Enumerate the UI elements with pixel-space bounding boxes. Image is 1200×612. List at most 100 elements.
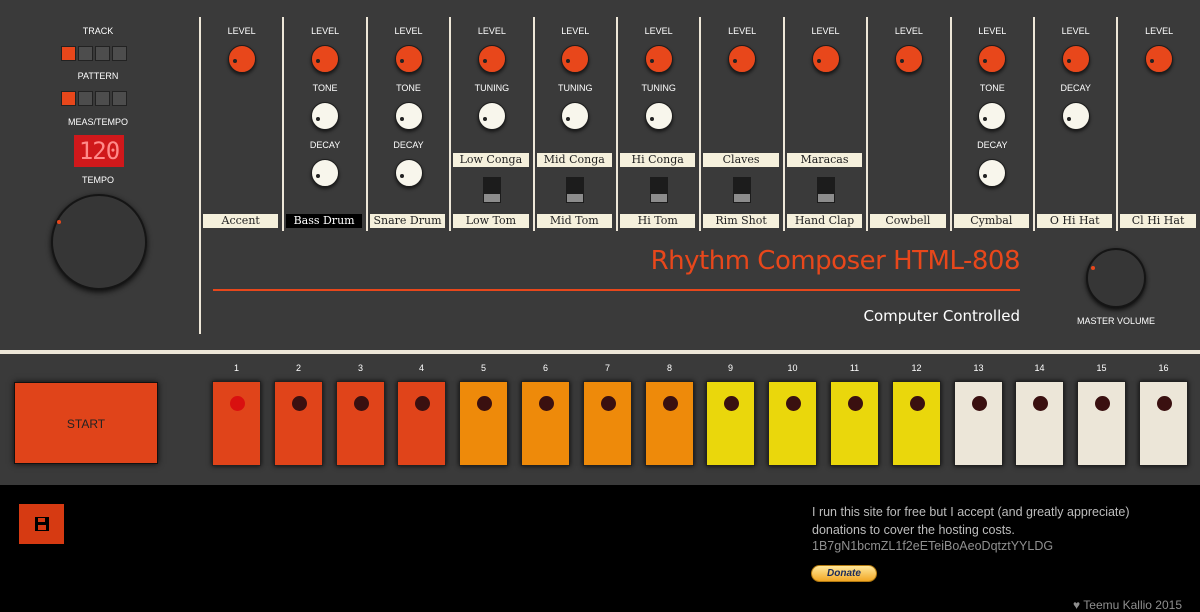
hi-tom-level-knob[interactable] xyxy=(644,45,673,73)
bass-drum-level-knob[interactable] xyxy=(311,45,340,73)
step-number-8: 8 xyxy=(666,363,672,373)
cl-hi-hat-level-label: LEVEL xyxy=(1145,26,1174,36)
low-tom-name-button[interactable]: Low Tom xyxy=(453,214,529,228)
mid-tom-alt-label: Mid Conga xyxy=(536,153,612,167)
cowbell-name-button[interactable]: Cowbell xyxy=(870,214,946,228)
snare-drum-decay-label: DECAY xyxy=(393,140,424,150)
column-divider xyxy=(1116,17,1118,231)
step-button-3[interactable] xyxy=(336,381,385,466)
step-led xyxy=(1095,396,1110,411)
step-button-4[interactable] xyxy=(397,381,446,466)
bass-drum-name-button[interactable]: Bass Drum xyxy=(286,214,362,228)
mid-tom-switch[interactable] xyxy=(566,177,585,203)
hand-clap-switch[interactable] xyxy=(816,177,835,203)
low-tom-tuning-knob[interactable] xyxy=(477,102,506,130)
column-divider xyxy=(866,17,868,231)
rim-shot-name-button[interactable]: Rim Shot xyxy=(703,214,779,228)
bass-drum-tone-knob[interactable] xyxy=(311,102,340,130)
step-button-15[interactable] xyxy=(1077,381,1126,466)
bass-drum-decay-knob[interactable] xyxy=(311,159,340,187)
rim-shot-switch[interactable] xyxy=(733,177,752,203)
step-button-9[interactable] xyxy=(706,381,755,466)
cowbell-level-knob[interactable] xyxy=(894,45,923,73)
tempo-label: TEMPO xyxy=(81,175,114,185)
o-hi-hat-decay-label: DECAY xyxy=(1060,83,1091,93)
o-hi-hat-name-button[interactable]: O Hi Hat xyxy=(1037,214,1113,228)
step-button-5[interactable] xyxy=(459,381,508,466)
cymbal-decay-label: DECAY xyxy=(977,140,1008,150)
pattern-button-2[interactable] xyxy=(78,91,93,106)
mid-tom-level-knob[interactable] xyxy=(561,45,590,73)
snare-drum-level-knob[interactable] xyxy=(394,45,423,73)
step-number-10: 10 xyxy=(787,363,798,373)
snare-drum-tone-knob[interactable] xyxy=(394,102,423,130)
pattern-button-1[interactable] xyxy=(61,91,76,106)
hand-clap-level-knob[interactable] xyxy=(811,45,840,73)
track-button-2[interactable] xyxy=(78,46,93,61)
mid-tom-tuning-knob[interactable] xyxy=(561,102,590,130)
accent-name-button[interactable]: Accent xyxy=(203,214,279,228)
cymbal-name-button[interactable]: Cymbal xyxy=(953,214,1029,228)
cl-hi-hat-level-knob[interactable] xyxy=(1145,45,1174,73)
column-divider xyxy=(616,17,618,231)
track-button-4[interactable] xyxy=(112,46,127,61)
o-hi-hat-level-knob[interactable] xyxy=(1061,45,1090,73)
step-led xyxy=(1157,396,1172,411)
cymbal-level-knob[interactable] xyxy=(978,45,1007,73)
step-button-14[interactable] xyxy=(1015,381,1064,466)
cymbal-decay-knob[interactable] xyxy=(978,159,1007,187)
track-button-1[interactable] xyxy=(61,46,76,61)
accent-level-knob[interactable] xyxy=(227,45,256,73)
hi-tom-tuning-knob[interactable] xyxy=(644,102,673,130)
donate-button[interactable]: Donate xyxy=(811,565,877,582)
rim-shot-level-knob[interactable] xyxy=(728,45,757,73)
step-number-5: 5 xyxy=(480,363,486,373)
cymbal-tone-label: TONE xyxy=(979,83,1005,93)
save-button[interactable] xyxy=(19,504,64,544)
o-hi-hat-decay-knob[interactable] xyxy=(1061,102,1090,130)
step-button-8[interactable] xyxy=(645,381,694,466)
column-divider xyxy=(449,17,451,231)
step-button-2[interactable] xyxy=(274,381,323,466)
btc-address: 1B7gN1bcmZL1f2eETeiBoAeoDqtztYYLDG xyxy=(812,539,1054,553)
step-number-1: 1 xyxy=(233,363,239,373)
step-button-16[interactable] xyxy=(1139,381,1188,466)
step-button-1[interactable] xyxy=(212,381,261,466)
low-tom-switch[interactable] xyxy=(482,177,501,203)
hand-clap-name-button[interactable]: Hand Clap xyxy=(786,214,863,228)
step-led xyxy=(477,396,492,411)
step-button-6[interactable] xyxy=(521,381,570,466)
hi-tom-level-label: LEVEL xyxy=(644,26,673,36)
pattern-label: PATTERN xyxy=(77,71,119,81)
master-volume-knob[interactable] xyxy=(1086,248,1146,308)
hi-tom-switch[interactable] xyxy=(649,177,668,203)
step-button-7[interactable] xyxy=(583,381,632,466)
low-tom-alt-label: Low Conga xyxy=(453,153,529,167)
cl-hi-hat-name-button[interactable]: Cl Hi Hat xyxy=(1120,214,1196,228)
low-tom-level-knob[interactable] xyxy=(477,45,506,73)
snare-drum-name-button[interactable]: Snare Drum xyxy=(369,214,446,228)
step-led xyxy=(539,396,554,411)
heart-icon: ♥ xyxy=(1073,598,1081,612)
brand-title: Rhythm Composer HTML-808 xyxy=(650,246,1021,276)
tempo-knob[interactable] xyxy=(51,194,147,290)
start-button[interactable]: START xyxy=(14,382,158,464)
step-led xyxy=(354,396,369,411)
snare-drum-decay-knob[interactable] xyxy=(394,159,423,187)
step-button-11[interactable] xyxy=(830,381,879,466)
column-divider xyxy=(533,17,535,231)
hi-tom-tuning-label: TUNING xyxy=(641,83,676,93)
step-button-13[interactable] xyxy=(954,381,1003,466)
step-button-10[interactable] xyxy=(768,381,817,466)
step-number-2: 2 xyxy=(295,363,301,373)
mid-tom-name-button[interactable]: Mid Tom xyxy=(536,214,612,228)
cymbal-tone-knob[interactable] xyxy=(978,102,1007,130)
pattern-button-4[interactable] xyxy=(112,91,127,106)
step-button-12[interactable] xyxy=(892,381,941,466)
hi-tom-name-button[interactable]: Hi Tom xyxy=(620,214,696,228)
low-tom-level-label: LEVEL xyxy=(477,26,506,36)
credit: ♥ Teemu Kallio 2015 xyxy=(1060,598,1182,612)
pattern-button-3[interactable] xyxy=(95,91,110,106)
track-button-3[interactable] xyxy=(95,46,110,61)
step-number-3: 3 xyxy=(357,363,363,373)
